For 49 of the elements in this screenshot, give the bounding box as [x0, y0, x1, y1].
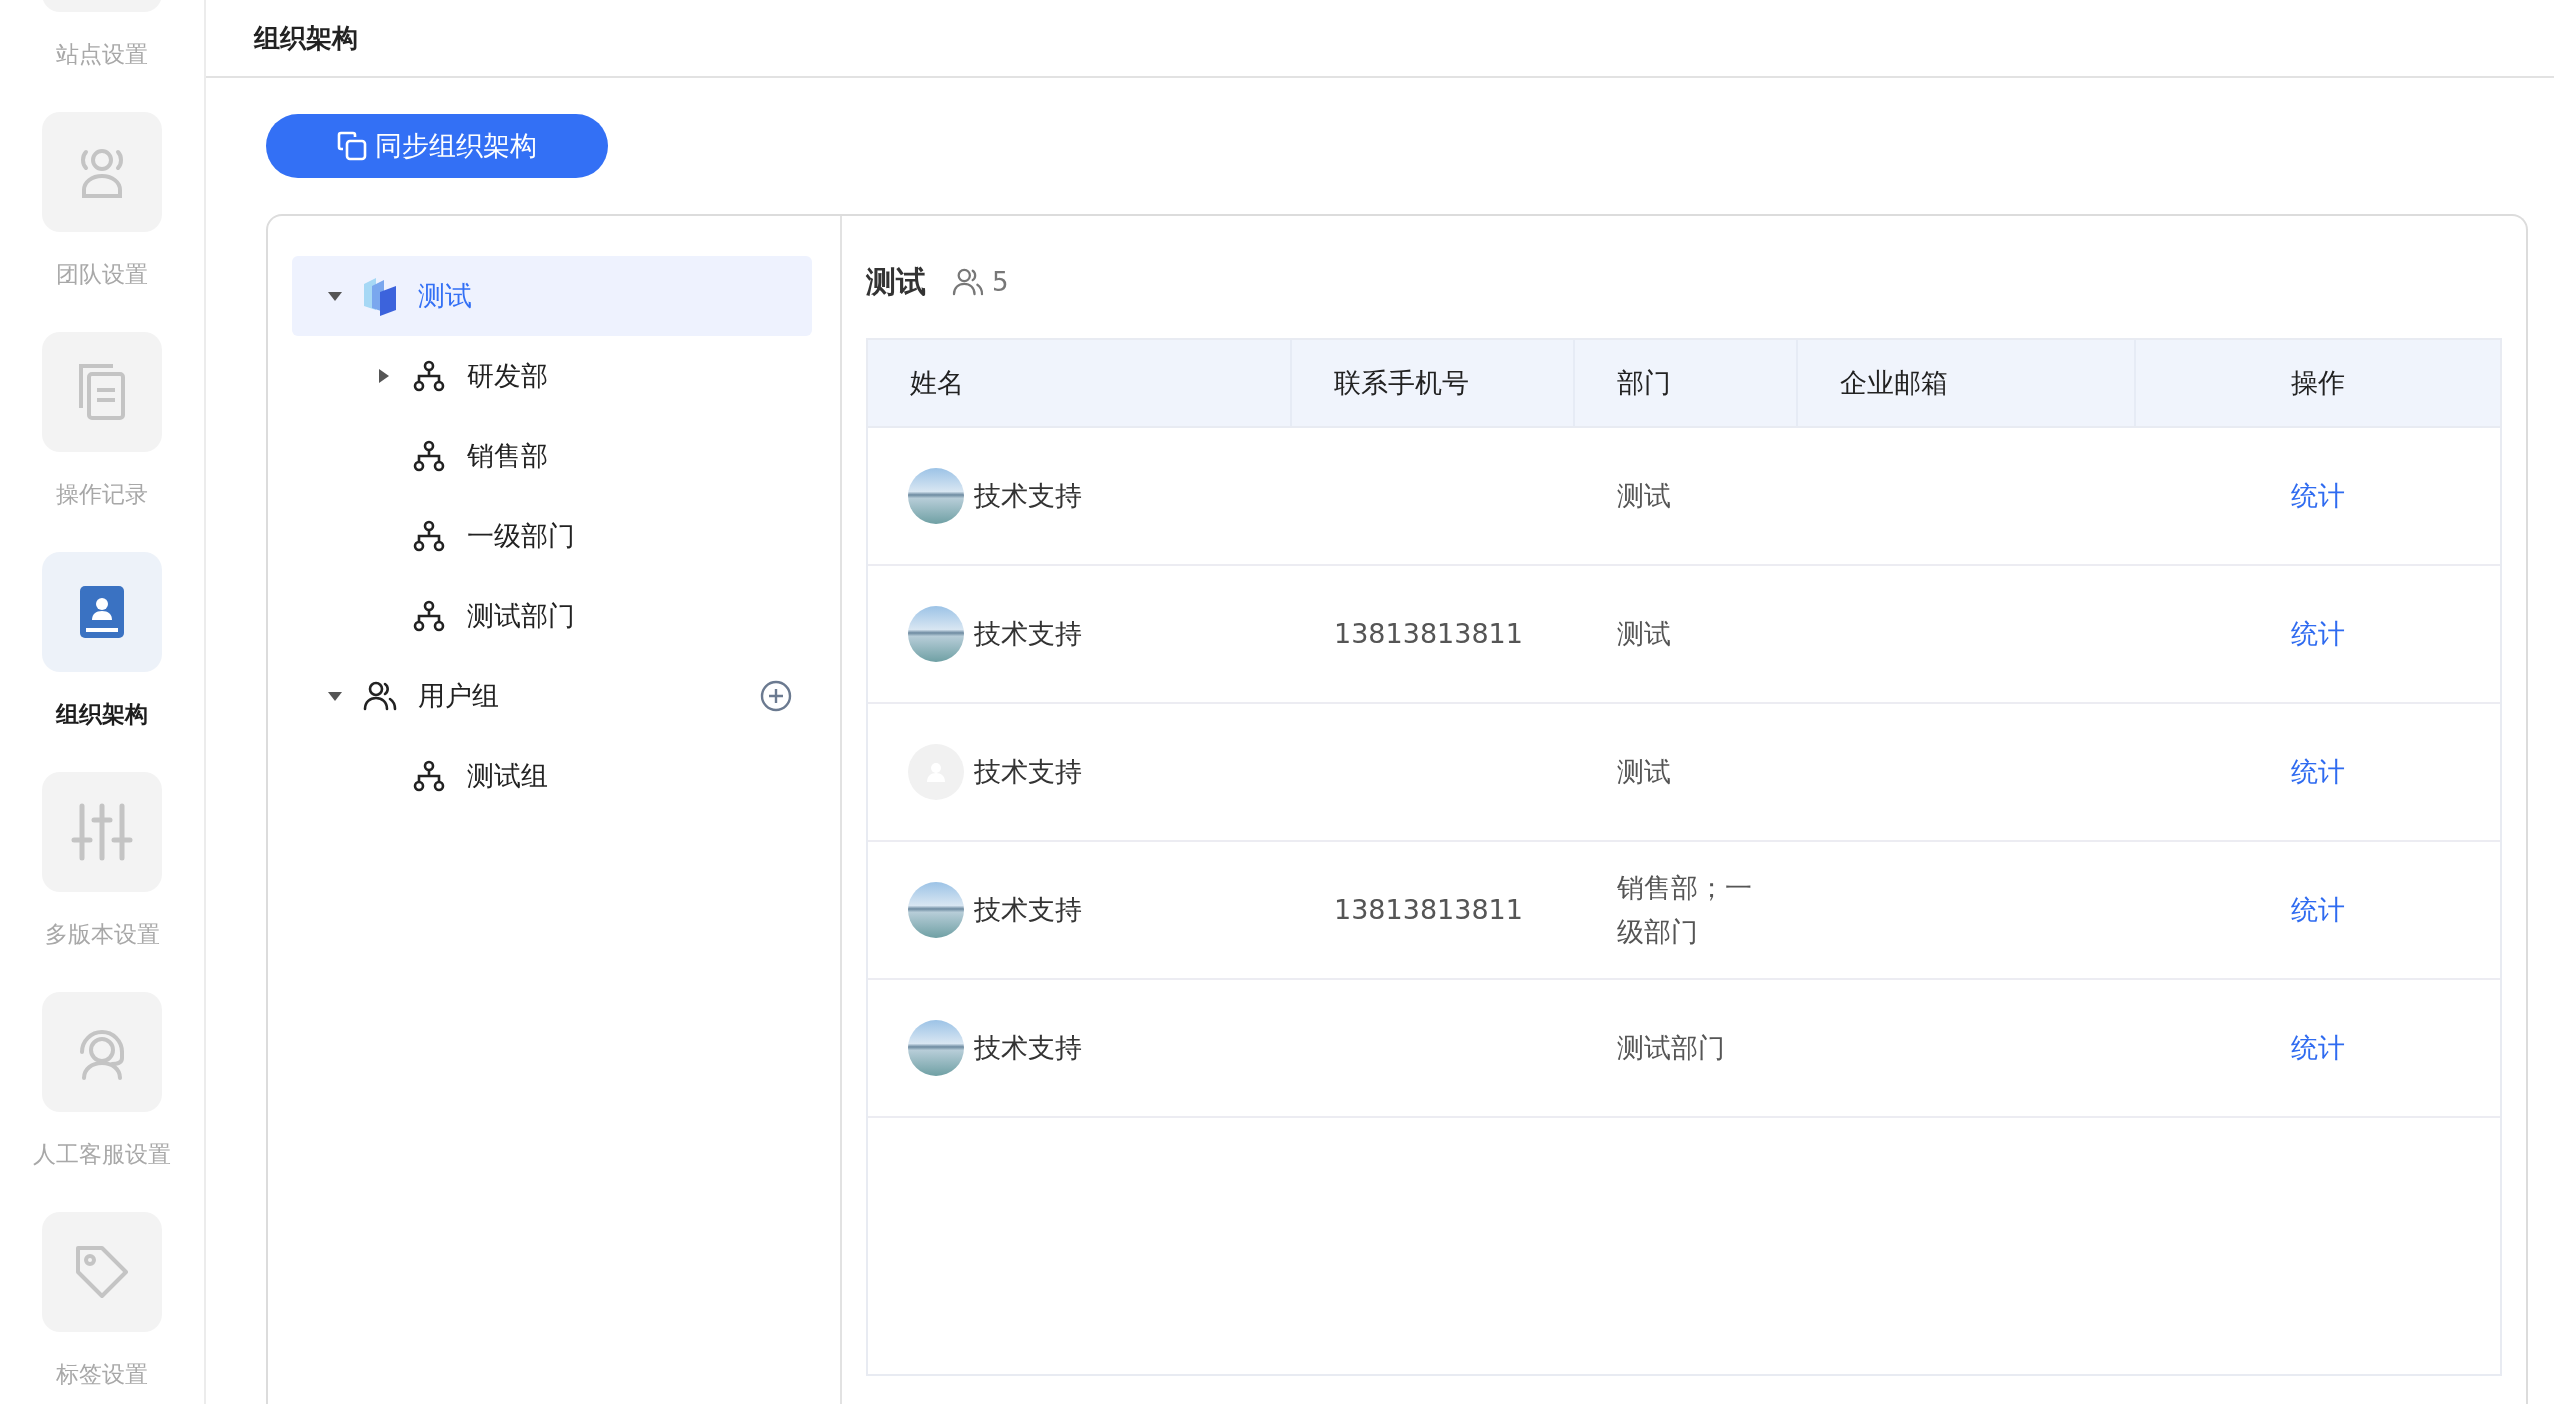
tree-node[interactable]: 销售部: [292, 416, 812, 496]
column-header: 姓名: [868, 340, 1292, 426]
copy-icon: [337, 131, 367, 161]
hierarchy-icon: [413, 600, 445, 632]
column-header: 企业邮箱: [1798, 340, 2136, 426]
tree-node[interactable]: 测试: [292, 256, 812, 336]
column-header: 操作: [2290, 366, 2346, 400]
department-name: 测试: [1617, 479, 1671, 513]
department-name: 销售部；一级部门: [1617, 871, 1753, 949]
stats-link[interactable]: 统计: [2291, 612, 2345, 656]
department-name: 测试部门: [1617, 1031, 1725, 1065]
department-name: 测试: [1617, 755, 1671, 789]
sliders-icon: [70, 802, 134, 862]
phone-number: 13813813811: [1334, 617, 1523, 651]
phone-number: 13813813811: [1334, 893, 1523, 927]
column-header: 部门: [1575, 340, 1798, 426]
member-name: 技术支持: [974, 479, 1082, 513]
add-button[interactable]: [760, 680, 792, 712]
stats-link[interactable]: 统计: [2291, 750, 2345, 794]
stats-link[interactable]: 统计: [2291, 1026, 2345, 1070]
stats-link[interactable]: 统计: [2291, 474, 2345, 518]
hierarchy-icon: [413, 360, 445, 392]
tree-node[interactable]: 测试部门: [292, 576, 812, 656]
page-title: 组织架构: [254, 21, 358, 55]
member-name: 技术支持: [974, 755, 1082, 789]
contact-book-icon: [78, 584, 126, 640]
sidebar-item[interactable]: 站点设置: [42, 0, 162, 69]
member-name: 技术支持: [974, 893, 1082, 927]
tree-node[interactable]: 用户组: [292, 656, 812, 736]
member-name: 技术支持: [974, 617, 1082, 651]
avatar-photo: [908, 882, 964, 938]
column-header: 联系手机号: [1292, 340, 1575, 426]
member-name: 技术支持: [974, 1031, 1082, 1065]
department-name: 测试: [1617, 617, 1671, 651]
sync-button[interactable]: 同步组织架构: [266, 114, 608, 178]
avatar-photo: [908, 1020, 964, 1076]
users-icon: [363, 681, 397, 711]
tree-node[interactable]: 测试组: [292, 736, 812, 816]
tree-node[interactable]: 一级部门: [292, 496, 812, 576]
avatar-photo: [908, 468, 964, 524]
hierarchy-icon: [413, 760, 445, 792]
member-count: 5: [992, 267, 1009, 297]
hierarchy-icon: [413, 440, 445, 472]
hierarchy-icon: [413, 520, 445, 552]
avatar-photo: [908, 606, 964, 662]
department-title: 测试: [866, 262, 926, 301]
tree-node[interactable]: 研发部: [292, 336, 812, 416]
stats-link[interactable]: 统计: [2291, 888, 2345, 932]
users-icon: [952, 268, 984, 296]
